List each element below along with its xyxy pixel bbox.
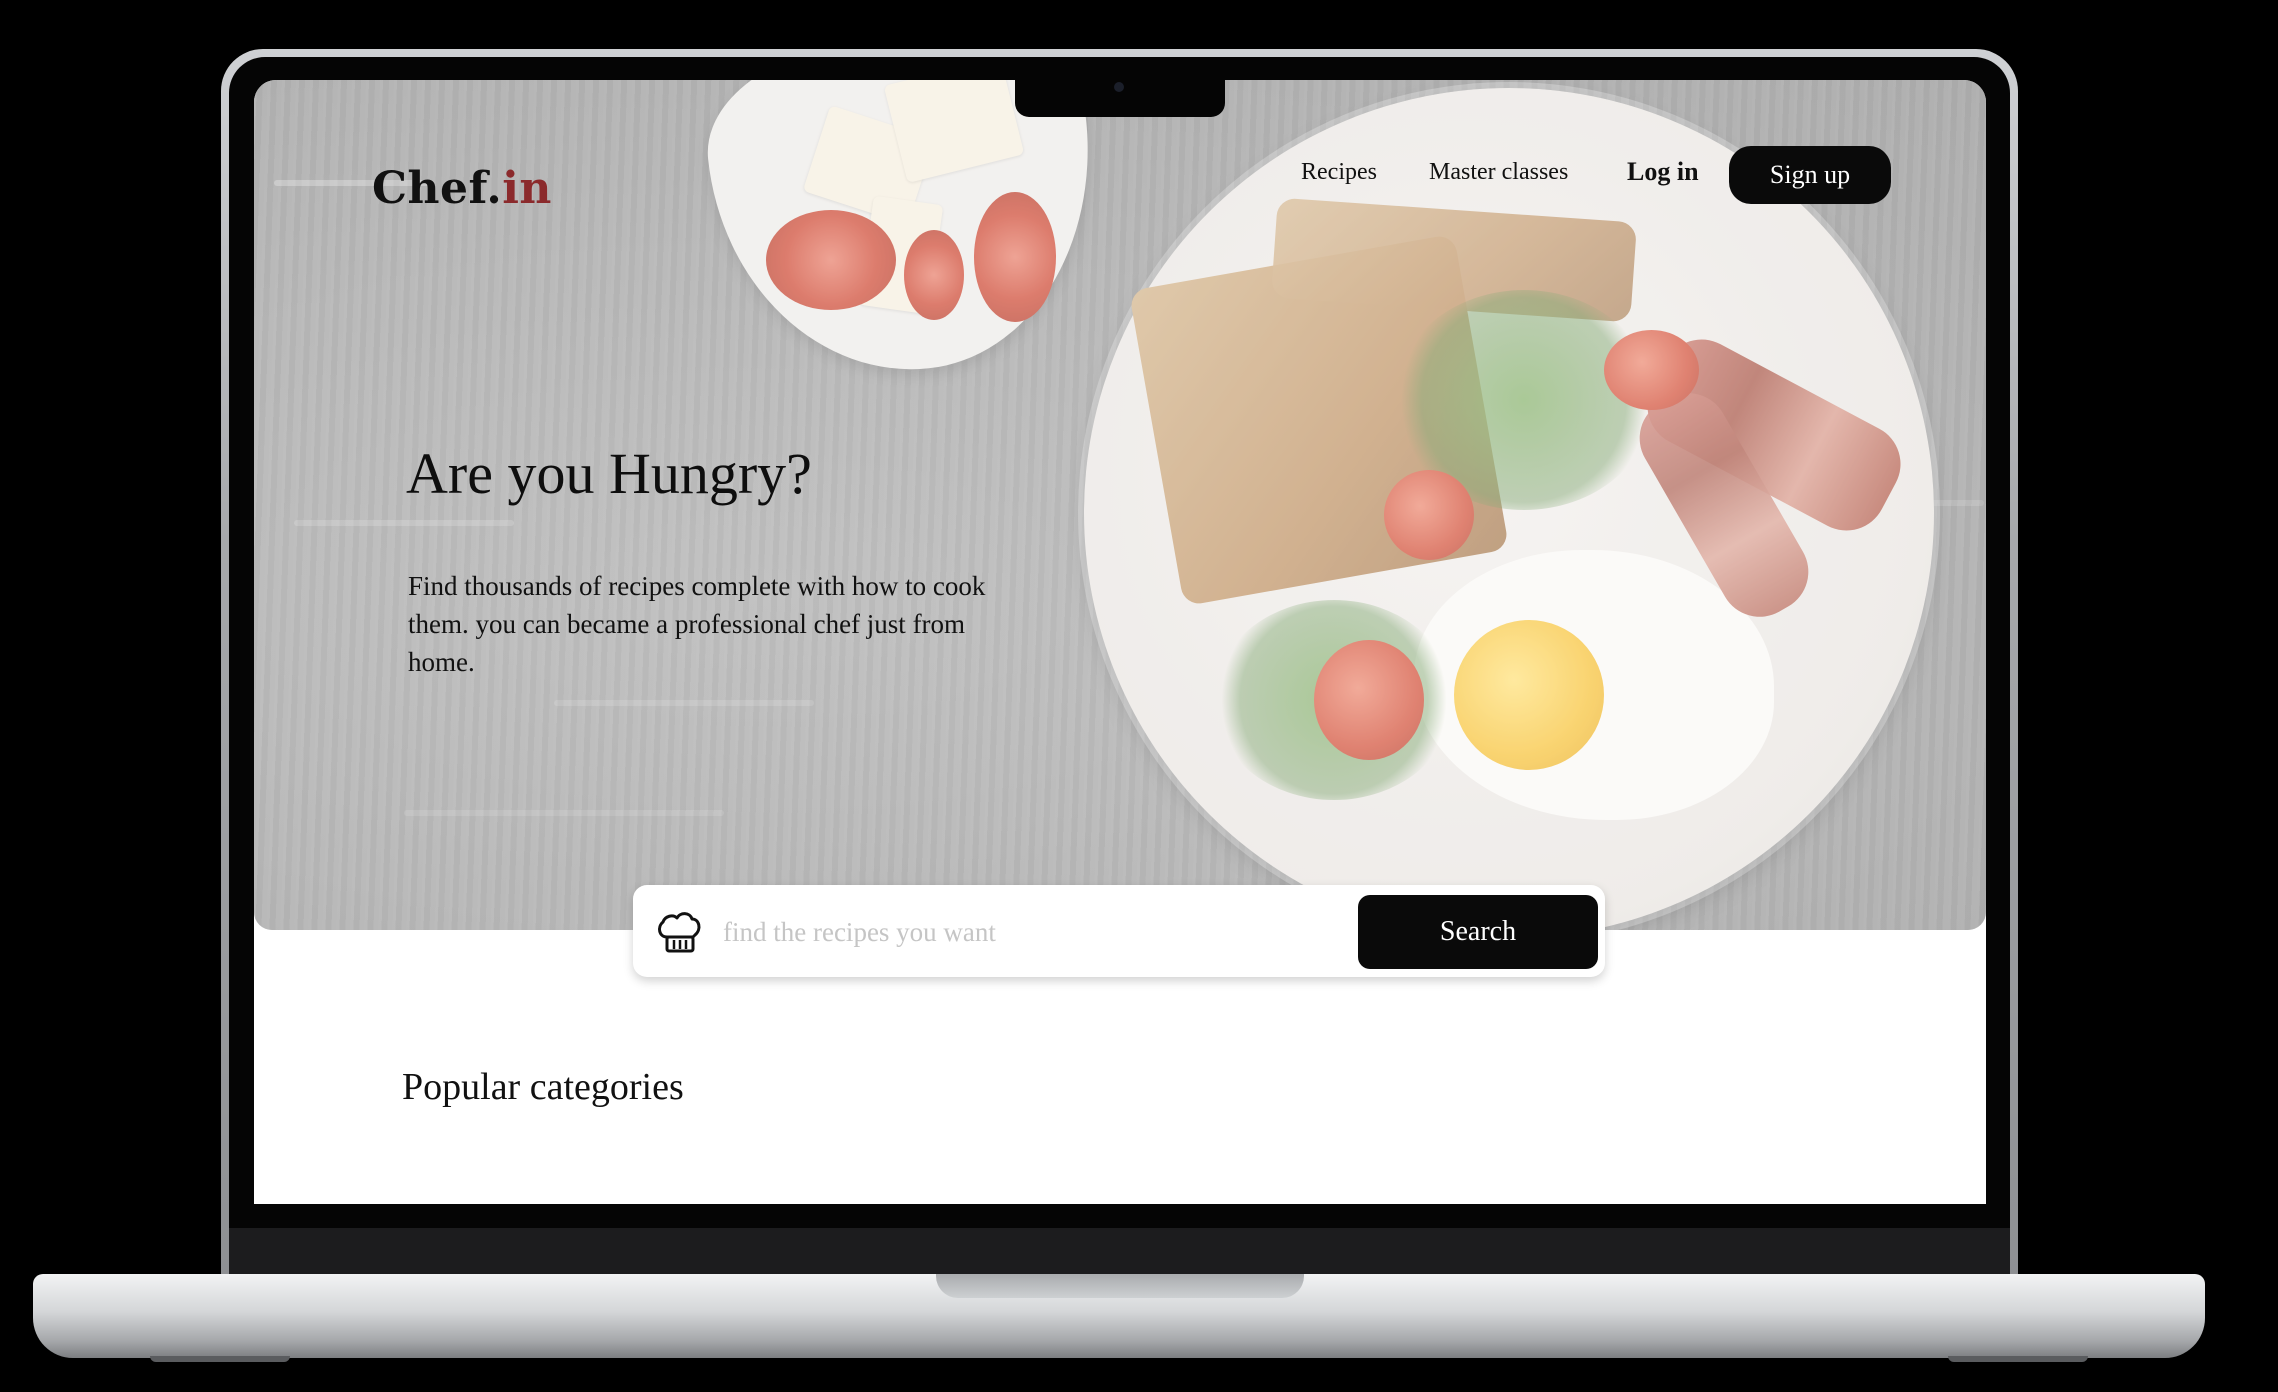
hero-title: Are you Hungry? xyxy=(406,441,812,506)
nav-link-master-classes[interactable]: Master classes xyxy=(1429,159,1568,186)
laptop-foot xyxy=(150,1356,290,1362)
search-button[interactable]: Search xyxy=(1358,895,1598,969)
chef-hat-icon xyxy=(658,912,701,953)
search-input[interactable] xyxy=(721,905,1325,959)
laptop-opening-notch xyxy=(936,1274,1304,1298)
browser-viewport: Chef.in Recipes Master classes Log in Si… xyxy=(254,80,1986,1204)
nav-link-recipes[interactable]: Recipes xyxy=(1301,159,1377,186)
recipe-search-bar: Search xyxy=(633,885,1605,977)
login-link[interactable]: Log in xyxy=(1627,157,1699,187)
popular-categories-title: Popular categories xyxy=(402,1066,684,1108)
bezel-bottom-strip xyxy=(229,1228,2010,1274)
device-mockup: Chef.in Recipes Master classes Log in Si… xyxy=(0,0,2278,1392)
hero-description: Find thousands of recipes complete with … xyxy=(408,571,986,677)
laptop-foot xyxy=(1948,1356,2088,1362)
camera-icon xyxy=(1114,82,1124,92)
signup-button[interactable]: Sign up xyxy=(1729,146,1891,204)
